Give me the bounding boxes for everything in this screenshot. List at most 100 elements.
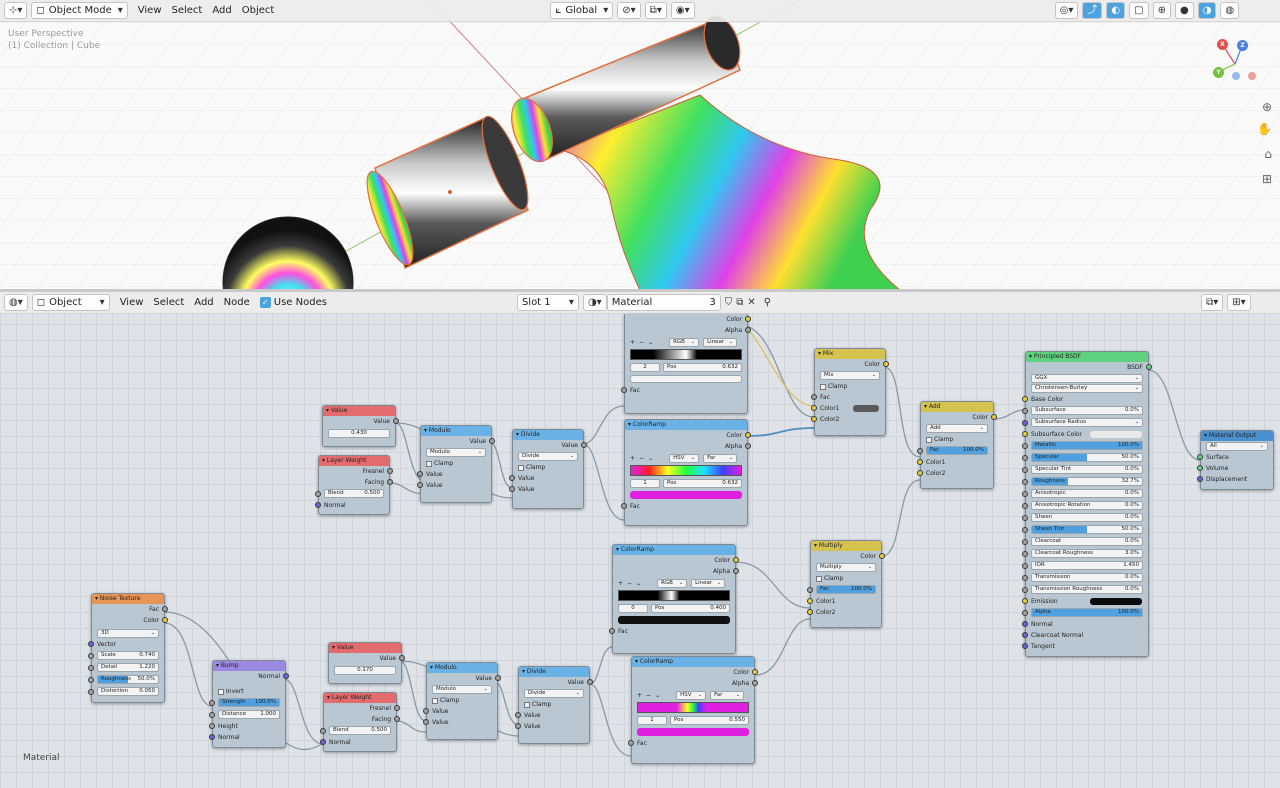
output-socket[interactable] [394, 705, 400, 711]
input-socket[interactable] [621, 503, 627, 509]
input-socket[interactable] [417, 471, 423, 477]
clamp-row[interactable]: Clamp [421, 458, 491, 469]
input-socket[interactable] [1022, 431, 1028, 437]
bsdf-field[interactable]: Specular 50.0% [1031, 453, 1143, 462]
bsdf-field[interactable]: Alpha 100.0% [1031, 608, 1143, 617]
distortion-field[interactable]: Distortion 0.050 [97, 687, 159, 696]
input-socket[interactable] [1022, 539, 1028, 545]
stop-index-field[interactable]: 1 [630, 479, 660, 488]
menu-view[interactable]: View [120, 297, 144, 308]
input-socket[interactable] [917, 448, 923, 454]
output-socket[interactable] [991, 414, 997, 420]
input-socket[interactable] [1022, 503, 1028, 509]
remove-stop-icon[interactable]: − [639, 455, 644, 462]
bsdf-field[interactable]: Clearcoat Roughness 3.0% [1031, 549, 1143, 558]
clamp-checkbox[interactable] [926, 436, 932, 443]
value-field[interactable]: 0.170 [334, 666, 396, 675]
shading-rendered[interactable]: ◍ [1220, 2, 1240, 19]
input-socket[interactable] [1022, 587, 1028, 593]
clamp-checkbox[interactable] [426, 460, 432, 467]
neg-z-handle[interactable] [1232, 72, 1240, 80]
roughness-slider[interactable]: Roughness 50.0% [97, 675, 159, 684]
clamp-checkbox[interactable] [432, 697, 438, 704]
node-value-2[interactable]: Value Value 0.170 [328, 642, 405, 684]
input-socket[interactable] [628, 740, 634, 746]
clamp-checkbox[interactable] [518, 464, 524, 471]
output-socket[interactable] [162, 617, 168, 623]
output-socket[interactable] [883, 361, 889, 367]
mode-select[interactable]: ◻ Object Mode ▾ [31, 2, 128, 19]
stop-color-swatch[interactable] [630, 375, 742, 383]
color-mode-select[interactable]: HSV [676, 690, 707, 700]
hand-pan-icon[interactable]: ✋ [1257, 122, 1272, 136]
input-socket[interactable] [209, 712, 215, 718]
ramp-menu-icon[interactable]: ⌄ [648, 339, 653, 346]
node-colorramp-4[interactable]: ColorRamp Color Alpha +−⌄ HSV Far 1 Pos 0.55… [628, 656, 758, 764]
input-socket[interactable] [1022, 396, 1028, 402]
slot-select[interactable]: Slot 1 ▾ [516, 294, 579, 311]
clamp-row[interactable]: Clamp [811, 573, 881, 584]
node-add[interactable]: Add Color Add Clamp Fac 100.0% Color1 Col… [917, 401, 997, 489]
input-socket[interactable] [1022, 575, 1028, 581]
input-socket[interactable] [209, 723, 215, 729]
input-socket[interactable] [1022, 479, 1028, 485]
interpolation-select[interactable]: Far [710, 690, 745, 700]
menu-add[interactable]: Add [212, 5, 231, 16]
editor-type-button[interactable]: ◍ ▾ [4, 294, 28, 311]
output-socket[interactable] [495, 675, 501, 681]
stop-position-field[interactable]: Pos 0.632 [663, 363, 742, 372]
output-socket[interactable] [387, 468, 393, 474]
shading-wireframe[interactable]: ⊕ [1152, 2, 1171, 19]
node-principled-bsdf[interactable]: Principled BSDF BSDF GGX Christensen-Bur… [1022, 351, 1152, 657]
input-socket[interactable] [811, 394, 817, 400]
interpolation-select[interactable]: Far [703, 453, 738, 463]
bsdf-field[interactable]: Sheen 0.0% [1031, 513, 1143, 522]
color-ramp-gradient[interactable] [630, 349, 742, 360]
stop-index-field[interactable]: 0 [618, 604, 648, 613]
output-socket[interactable] [752, 680, 758, 686]
input-socket[interactable] [1022, 632, 1028, 638]
subsurface-method-select[interactable]: Christensen-Burley [1031, 384, 1143, 393]
z-axis-handle[interactable]: Z [1237, 40, 1248, 51]
node-material-output[interactable]: Material Output All Surface Volume Displ… [1197, 430, 1274, 490]
node-layer-weight-2[interactable]: Layer Weight Fresnel Facing Blend 0.500 N… [320, 692, 400, 752]
color-ramp-gradient[interactable] [618, 590, 730, 601]
output-socket[interactable] [745, 327, 751, 333]
input-socket[interactable] [1022, 598, 1028, 604]
input-socket[interactable] [807, 587, 813, 593]
blend-field[interactable]: Blend 0.500 [324, 489, 384, 498]
input-socket[interactable] [1022, 610, 1028, 616]
input-socket[interactable] [509, 475, 515, 481]
value-field[interactable]: 0.430 [328, 429, 390, 438]
input-socket[interactable] [807, 609, 813, 615]
input-socket[interactable] [88, 677, 94, 683]
editor-type-button[interactable]: ⊹ ▾ [4, 2, 28, 19]
distance-field[interactable]: Distance 1.000 [218, 710, 280, 719]
output-socket[interactable] [393, 418, 399, 424]
close-icon[interactable]: ✕ [747, 297, 755, 308]
neg-x-handle[interactable] [1248, 72, 1256, 80]
node-modulo-2[interactable]: Modulo Value Modulo Clamp Value Value [423, 662, 501, 740]
output-socket[interactable] [733, 557, 739, 563]
overlay-toggle[interactable]: ◐ [1106, 2, 1126, 19]
input-socket[interactable] [209, 734, 215, 740]
material-browse-button[interactable]: ◑ ▾ [582, 294, 607, 311]
color-ramp-gradient[interactable] [637, 702, 749, 713]
node-value-1[interactable]: Value Value 0.430 [322, 405, 399, 447]
clamp-row[interactable]: Clamp [513, 462, 583, 473]
xray-toggle[interactable]: ▢ [1129, 2, 1149, 19]
clamp-row[interactable]: Clamp [427, 695, 497, 706]
node-colorramp-2[interactable]: ColorRamp Color Alpha +−⌄ HSV Far 1 Pos 0.63… [621, 419, 751, 526]
camera-icon[interactable]: ⌂ [1264, 147, 1272, 161]
stop-position-field[interactable]: Pos 0.632 [663, 479, 742, 488]
x-axis-handle[interactable]: X [1217, 39, 1228, 50]
blend-mode-select[interactable]: Add [926, 424, 988, 433]
input-socket[interactable] [417, 482, 423, 488]
detail-field[interactable]: Detail 1.220 [97, 663, 159, 672]
input-socket[interactable] [609, 628, 615, 634]
bsdf-field[interactable]: Transmission Roughness 0.0% [1031, 585, 1143, 594]
bsdf-field[interactable]: IOR 1.450 [1031, 561, 1143, 570]
object-type-select[interactable]: ◻ Object ▾ [31, 294, 110, 311]
input-socket[interactable] [88, 641, 94, 647]
dimensions-select[interactable]: 3D [97, 629, 159, 638]
